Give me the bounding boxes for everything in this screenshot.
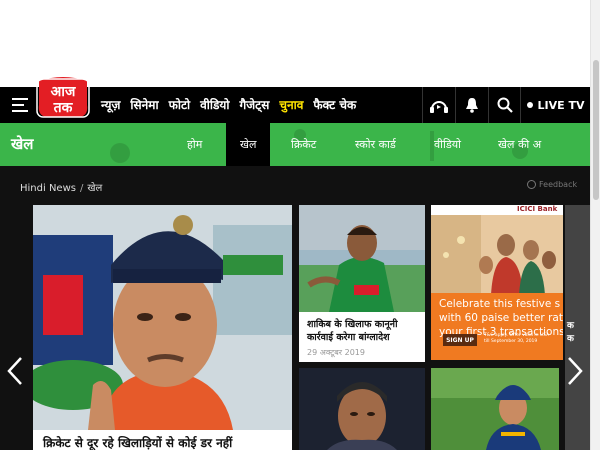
section-bar: खेल होम खेल क्रिकेट स्कोर कार्ड वीडियो ख…: [0, 123, 590, 166]
ad-banner[interactable]: ICICI Bank Celebrate this festive s with…: [431, 205, 563, 360]
story-image-2: [299, 368, 425, 450]
nav-item-video[interactable]: वीडियो: [200, 96, 229, 113]
peek-line-2: क: [567, 334, 574, 344]
top-nav: न्यूज़ सिनेमा फोटो वीडियो गैजेट्स चुनाव …: [101, 96, 356, 113]
story-image-3: [431, 368, 559, 450]
nav-item-election[interactable]: चुनाव: [279, 96, 303, 113]
story-card[interactable]: शाकिब के खिलाफ कानूनी कार्रवाई करेगा बां…: [299, 205, 425, 362]
tab-sports-more[interactable]: खेल की अ: [498, 123, 541, 166]
top-ad-slot: [0, 0, 600, 87]
content-area: Hindi News / खेल Feedback क्रिकेट से दूर र…: [0, 166, 590, 450]
story-card-2[interactable]: [299, 368, 425, 450]
breadcrumb-separator: /: [79, 183, 84, 194]
breadcrumb-home[interactable]: Hindi News: [20, 183, 76, 194]
story-date: 29 अक्टूबर 2019: [307, 348, 365, 357]
bell-icon[interactable]: [455, 87, 488, 123]
page-scrollbar[interactable]: [590, 0, 600, 450]
main-header: आज तक न्यूज़ सिनेमा फोटो वीडियो गैजेट्स …: [0, 77, 590, 123]
breadcrumb: Hindi News / खेल: [20, 180, 102, 194]
nav-item-cinema[interactable]: सिनेमा: [130, 96, 158, 113]
hamburger-menu-icon[interactable]: [12, 98, 28, 112]
search-icon[interactable]: [488, 87, 521, 123]
tab-cricket[interactable]: क्रिकेट: [291, 123, 316, 166]
carousel-prev-arrow-icon[interactable]: [6, 356, 24, 386]
ad-line-1: Celebrate this festive s: [439, 298, 561, 310]
tab-home[interactable]: होम: [187, 123, 202, 166]
logo-text-top: आज: [51, 84, 76, 100]
story-image: [299, 205, 425, 312]
ad-signup-button[interactable]: SIGN UP: [443, 334, 477, 346]
nav-item-fact-check[interactable]: फैक्ट चेक: [313, 96, 356, 113]
section-title: खेल: [11, 135, 34, 153]
breadcrumb-current: खेल: [87, 183, 103, 194]
live-tv-label: LIVE TV: [537, 98, 585, 112]
nav-item-photo[interactable]: फोटो: [169, 96, 191, 113]
tab-sports[interactable]: खेल: [226, 123, 271, 166]
feedback-link[interactable]: Feedback: [527, 180, 577, 189]
story-title: शाकिब के खिलाफ कानूनी कार्रवाई करेगा बां…: [307, 319, 398, 343]
tab-video[interactable]: वीडियो: [434, 123, 461, 166]
ad-line-2: with 60 paise better rat: [439, 312, 563, 324]
featured-story-card[interactable]: क्रिकेट से दूर रहे खिलाड़ियों से कोई डर …: [33, 205, 292, 450]
feedback-icon: [527, 180, 536, 189]
ad-fine-print: T&C apply. Offer valid in USA till Septe…: [484, 333, 550, 344]
story-card-3[interactable]: [431, 368, 559, 450]
aajtak-logo[interactable]: आज तक: [33, 75, 93, 121]
nav-item-gadgets[interactable]: गैजेट्स: [240, 96, 270, 113]
next-card-peek[interactable]: क क: [565, 205, 590, 450]
ad-image: [431, 215, 563, 295]
featured-story-caption: क्रिकेट से दूर रहे खिलाड़ियों से कोई डर …: [33, 430, 292, 450]
live-dot-icon: [526, 102, 533, 108]
audio-icon[interactable]: [422, 87, 455, 123]
feedback-label: Feedback: [539, 180, 578, 189]
logo-text-bottom: तक: [53, 100, 74, 116]
featured-story-image: [33, 205, 292, 430]
nav-item-news[interactable]: न्यूज़: [101, 96, 120, 113]
carousel-next-arrow-icon[interactable]: [566, 356, 584, 386]
live-tv-button[interactable]: LIVE TV: [520, 87, 590, 123]
ad-brand-logo: ICICI Bank: [517, 205, 558, 213]
tab-scorecard[interactable]: स्कोर कार्ड: [355, 123, 396, 166]
peek-line-1: क: [567, 321, 574, 331]
peek-text: क क: [567, 320, 574, 346]
scrollbar-thumb[interactable]: [593, 60, 599, 200]
